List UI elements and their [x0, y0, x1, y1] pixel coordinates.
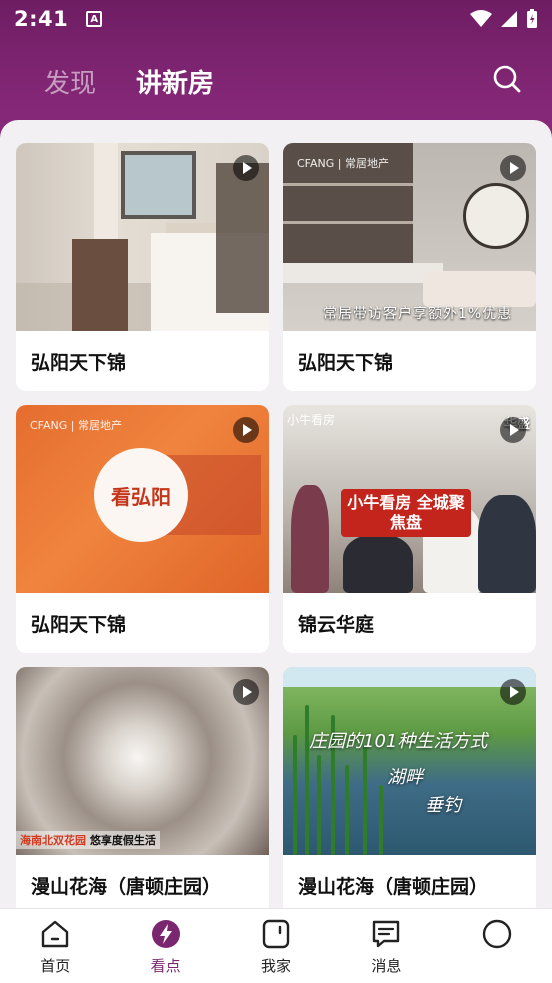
battery-icon [527, 9, 537, 28]
video-card[interactable]: CFANG | 常居地产 常居带访客户享额外1%优惠 弘阳天下锦 [283, 143, 536, 391]
thumbnail-caption: 垂钓 [425, 795, 461, 816]
brand-logo-text: CFANG | 常居地产 [297, 157, 389, 170]
lake-thumbnail: 庄园的101种生活方式 湖畔 垂钓 [283, 667, 536, 855]
play-icon [500, 417, 526, 443]
card-title: 弘阳天下锦 [31, 351, 127, 374]
play-icon [500, 679, 526, 705]
bedroom-thumbnail [16, 143, 269, 331]
video-card[interactable]: CFANG | 常居地产 看弘阳 弘阳天下锦 [16, 405, 269, 653]
play-icon [233, 155, 259, 181]
signal-icon [501, 11, 517, 27]
blur-thumbnail: 海南北双花园 悠享度假生活 [16, 667, 269, 855]
top-tabs: 发现 讲新房 [0, 58, 552, 104]
lightning-icon [151, 920, 180, 948]
play-icon [233, 417, 259, 443]
header: 2:41 A 发现 讲新房 [0, 0, 552, 140]
profile-circle-icon [482, 919, 512, 949]
card-title: 锦云华庭 [298, 613, 375, 636]
notification-icon: A [86, 11, 103, 27]
video-card[interactable]: 小牛看房 华盛 小牛看房 全城聚焦盘 锦云华庭 [283, 405, 536, 653]
thumbnail-caption: 庄园的101种生活方式 [309, 731, 488, 752]
status-time: 2:41 [14, 7, 69, 31]
promo-thumbnail: CFANG | 常居地产 看弘阳 [16, 405, 269, 593]
thumbnail-caption: 常居带访客户享额外1%优惠 [323, 306, 513, 322]
promo-circle-text: 看弘阳 [94, 448, 188, 542]
house-card-icon [262, 919, 290, 949]
nav-profile[interactable] [442, 909, 552, 983]
thumbnail-caption: 湖畔 [387, 767, 423, 788]
nav-label: 我家 [261, 957, 292, 975]
nav-home[interactable]: 首页 [0, 909, 110, 983]
feed: 弘阳天下锦 CFANG | 常居地产 常居带访客户享额外1%优惠 弘阳天下锦 C… [0, 120, 552, 910]
nav-label: 看点 [150, 957, 181, 975]
play-icon [233, 679, 259, 705]
brand-logo-text: CFANG | 常居地产 [30, 419, 122, 432]
tab-new-homes[interactable]: 讲新房 [136, 63, 214, 100]
status-icons [470, 9, 538, 29]
card-title: 漫山花海（唐顿庄园） [298, 875, 489, 898]
card-title: 弘阳天下锦 [31, 613, 127, 636]
nav-label: 首页 [40, 957, 71, 975]
message-icon [373, 920, 400, 948]
nav-my-home[interactable]: 我家 [221, 909, 331, 983]
nav-messages[interactable]: 消息 [331, 909, 441, 983]
banner-text: 小牛看房 全城聚焦盘 [341, 489, 471, 537]
video-card[interactable]: 庄园的101种生活方式 湖畔 垂钓 漫山花海（唐顿庄园） [283, 667, 536, 910]
status-bar: 2:41 A [0, 0, 552, 38]
play-icon [500, 155, 526, 181]
brand-logo-text: 小牛看房 [287, 413, 336, 427]
home-icon [42, 920, 69, 948]
thumbnail-caption: 海南北双花园 悠享度假生活 [16, 831, 160, 849]
video-grid: 弘阳天下锦 CFANG | 常居地产 常居带访客户享额外1%优惠 弘阳天下锦 C… [16, 143, 536, 910]
tab-discover[interactable]: 发现 [44, 63, 96, 100]
card-title: 漫山花海（唐顿庄园） [31, 875, 222, 898]
search-icon[interactable] [492, 64, 522, 94]
nav-highlights[interactable]: 看点 [110, 909, 220, 983]
wifi-icon [470, 10, 492, 27]
nav-label: 消息 [371, 957, 402, 975]
living-room-thumbnail: CFANG | 常居地产 常居带访客户享额外1%优惠 [283, 143, 536, 331]
card-title: 弘阳天下锦 [298, 351, 394, 374]
video-card[interactable]: 弘阳天下锦 [16, 143, 269, 391]
video-card[interactable]: 海南北双花园 悠享度假生活 漫山花海（唐顿庄园） [16, 667, 269, 910]
bottom-nav: 首页 看点 我家 消息 [0, 908, 552, 983]
crowd-thumbnail: 小牛看房 华盛 小牛看房 全城聚焦盘 [283, 405, 536, 593]
